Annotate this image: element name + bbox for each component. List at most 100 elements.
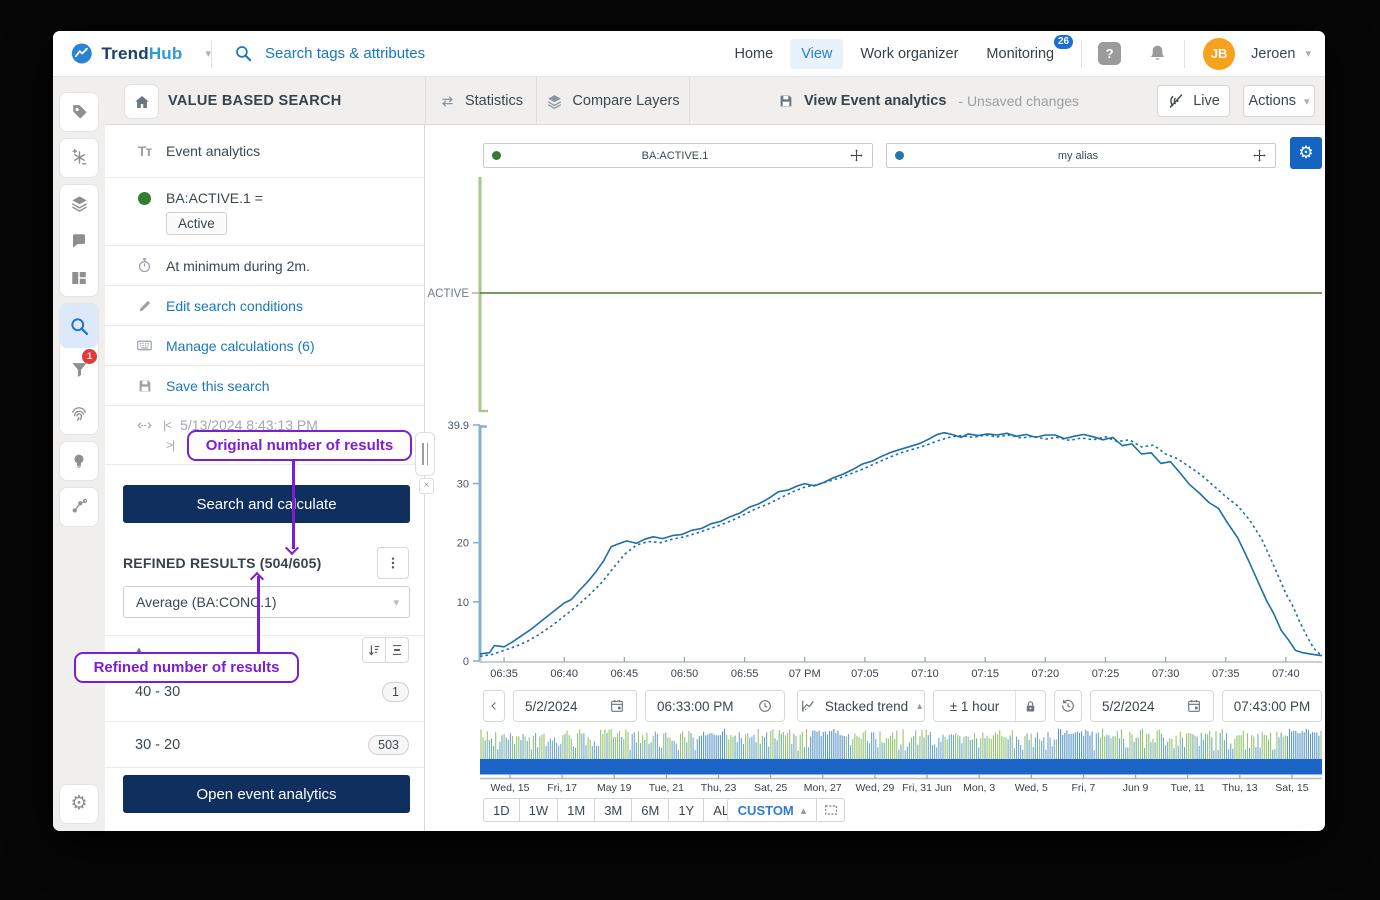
series-color-dot	[492, 151, 501, 160]
search-panel: Tᴛ Event analytics BA:ACTIVE.1 = Active …	[105, 125, 425, 831]
duration-row[interactable]: At minimum during 2m.	[105, 246, 424, 286]
end-time-button[interactable]: 07:43:00 PM	[1222, 690, 1322, 722]
condition-value-chip[interactable]: Active	[166, 212, 227, 235]
end-date-button[interactable]: 5/2/2024	[1090, 690, 1214, 722]
text-type-icon: Tᴛ	[138, 143, 151, 159]
results-menu-button[interactable]	[377, 547, 409, 579]
result-row[interactable]: 30 - 20 503	[105, 722, 424, 768]
condition-row[interactable]: BA:ACTIVE.1 = Active	[105, 178, 424, 246]
open-event-analytics-button[interactable]: Open event analytics	[123, 775, 410, 813]
edit-conditions-link[interactable]: Edit search conditions	[166, 298, 303, 314]
lock-window-button[interactable]	[1016, 699, 1045, 714]
legend-label: my alias	[904, 150, 1252, 162]
legend-chip-my-alias[interactable]: my alias	[886, 143, 1276, 168]
zoom-preset-6m[interactable]: 6M	[631, 798, 669, 822]
zoom-preset-1w[interactable]: 1W	[519, 798, 559, 822]
fit-window-button[interactable]	[818, 798, 845, 822]
annotation-original-results: Original number of results	[187, 430, 412, 461]
lightbulb-icon	[70, 452, 88, 470]
edit-conditions-row[interactable]: Edit search conditions	[105, 286, 424, 326]
x-tick-label: 07:40	[1272, 668, 1300, 680]
top-navbar: TrendHub ▾ Search tags & attributes Home…	[53, 31, 1325, 77]
x-tick-label: 06:50	[671, 668, 699, 680]
tab-statistics[interactable]: Statistics	[425, 77, 537, 125]
panel-resize-handle[interactable]	[415, 432, 435, 476]
zoom-preset-1d[interactable]: 1D	[483, 798, 520, 822]
zoom-preset-1y[interactable]: 1Y	[668, 798, 704, 822]
global-search-field[interactable]: Search tags & attributes	[212, 44, 425, 63]
tab-compare-layers[interactable]: Compare Layers	[537, 77, 690, 125]
search-icon	[234, 44, 253, 63]
rail-item-calculations[interactable]	[60, 139, 98, 177]
nav-item-monitoring[interactable]: Monitoring26	[975, 39, 1065, 69]
rail-item-layers[interactable]	[60, 185, 98, 222]
rail-item-context-graph[interactable]	[60, 488, 98, 526]
collapse-icon	[390, 643, 404, 657]
manage-calculations-row[interactable]: Manage calculations (6)	[105, 326, 424, 366]
rail-item-filter[interactable]: 1	[60, 348, 98, 391]
lock-icon	[1023, 699, 1038, 714]
search-and-calculate-button[interactable]: Search and calculate	[123, 485, 410, 523]
context-timeline-band[interactable]: Wed, 15Fri, 17May 19Tue, 21Thu, 23Sat, 2…	[480, 728, 1322, 796]
x-tick-label: 07:20	[1032, 668, 1060, 680]
pan-left-button[interactable]	[483, 690, 505, 722]
history-button[interactable]	[1054, 690, 1082, 722]
sort-results-button[interactable]	[362, 637, 386, 663]
move-icon[interactable]	[849, 148, 864, 163]
context-tick-label: Sat, 15	[1275, 782, 1308, 794]
context-tick-label: Thu, 23	[701, 782, 737, 794]
nav-item-view[interactable]: View	[790, 39, 843, 69]
navbar-divider	[1081, 40, 1082, 68]
zoom-custom-button[interactable]: CUSTOM ▴	[727, 798, 817, 822]
digital-state-label: ACTIVE	[427, 288, 469, 300]
trend-chart[interactable]: ACTIVE010203039.906:3506:4006:4506:5006:…	[425, 171, 1325, 696]
actions-button[interactable]: Actions ▾	[1243, 85, 1315, 117]
home-button[interactable]	[125, 85, 158, 118]
move-icon[interactable]	[1252, 148, 1267, 163]
zoom-preset-1m[interactable]: 1M	[557, 798, 595, 822]
panel-collapse-button[interactable]: ×	[419, 478, 434, 494]
view-mode-select[interactable]: Stacked trend ▴	[797, 690, 925, 722]
start-date-button[interactable]: 5/2/2024	[513, 690, 637, 722]
rail-item-insights[interactable]	[60, 442, 98, 480]
rail-item-dashboard[interactable]	[60, 259, 98, 296]
history-icon	[1060, 698, 1076, 714]
save-search-link[interactable]: Save this search	[166, 378, 270, 394]
x-tick-label: 06:45	[611, 668, 639, 680]
rail-item-tags[interactable]	[60, 93, 98, 131]
manage-calculations-link[interactable]: Manage calculations (6)	[166, 338, 315, 354]
nav-item-work-organizer[interactable]: Work organizer	[849, 39, 969, 69]
notifications-button[interactable]	[1147, 43, 1168, 64]
search-type-row[interactable]: Tᴛ Event analytics	[105, 125, 424, 178]
time-window-button[interactable]: ± 1 hour	[934, 699, 1015, 714]
user-menu-caret-icon[interactable]: ▾	[1305, 47, 1311, 60]
calendar-icon	[609, 698, 625, 714]
panel-title: VALUE BASED SEARCH	[168, 77, 342, 125]
user-name[interactable]: Jeroen	[1241, 46, 1299, 62]
rail-item-comments[interactable]	[60, 222, 98, 259]
app-logo[interactable]: TrendHub ▾	[53, 40, 211, 67]
search-icon	[69, 316, 90, 337]
zoom-preset-3m[interactable]: 3M	[594, 798, 632, 822]
aggregation-select[interactable]: Average (BA:CONC.1) ▾	[123, 586, 410, 618]
save-search-row[interactable]: Save this search	[105, 366, 424, 406]
navbar-divider	[1184, 40, 1185, 68]
actions-caret-icon: ▾	[1304, 95, 1310, 108]
kebab-icon	[385, 555, 401, 571]
help-button[interactable]: ?	[1098, 42, 1121, 65]
start-time-button[interactable]: 06:33:00 PM	[645, 690, 785, 722]
desktop-background: TrendHub ▾ Search tags & attributes Home…	[0, 0, 1380, 900]
rail-item-search[interactable]	[60, 304, 98, 348]
legend-chip-ba-active[interactable]: BA:ACTIVE.1	[483, 143, 873, 168]
rail-item-settings[interactable]: ⚙	[60, 785, 98, 823]
avatar[interactable]: JB	[1203, 38, 1235, 70]
view-save-state[interactable]: View Event analytics - Unsaved changes	[778, 77, 1079, 125]
collapse-results-button[interactable]	[385, 637, 409, 663]
nav-item-home[interactable]: Home	[724, 39, 785, 69]
live-button[interactable]: Live	[1157, 85, 1230, 117]
rail-item-fingerprint[interactable]	[60, 391, 98, 434]
calendar-icon	[1186, 698, 1202, 714]
context-tick-label: Sat, 25	[754, 782, 787, 794]
context-tick-label: Fri, 17	[547, 782, 577, 794]
chart-settings-button[interactable]: ⚙	[1290, 137, 1322, 169]
